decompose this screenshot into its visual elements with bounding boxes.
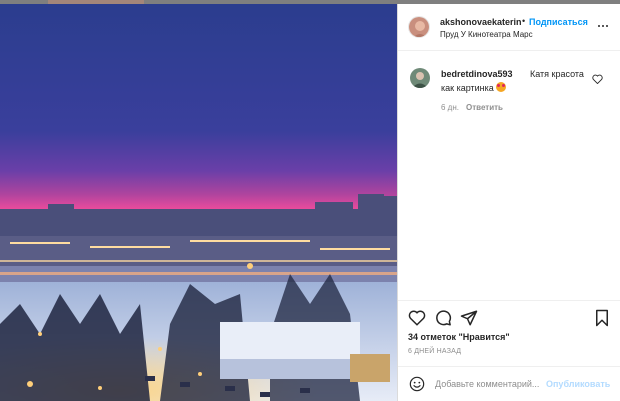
comment-heart-icon[interactable] xyxy=(592,74,603,84)
post-photo[interactable] xyxy=(0,4,397,401)
author-username[interactable]: akshonovaekaterin xyxy=(440,17,522,27)
follow-button[interactable]: Подписаться xyxy=(529,17,588,27)
author-avatar-image xyxy=(409,17,429,37)
comment-item: bedretdinova593 Катя красота как картинк… xyxy=(398,64,620,124)
add-comment-bar: Добавьте комментарий... Опубликовать xyxy=(398,366,620,401)
separator-dot: • xyxy=(522,16,526,26)
smiley-icon[interactable] xyxy=(409,376,425,392)
more-dot xyxy=(602,25,604,27)
comment-text-line1: Катя красота xyxy=(530,69,584,79)
more-options-icon[interactable] xyxy=(596,20,610,32)
post-header: akshonovaekaterin • Подписаться Пруд У К… xyxy=(398,4,620,51)
post-location[interactable]: Пруд У Кинотеатра Марс xyxy=(440,30,533,39)
comment-age[interactable]: 6 дн. xyxy=(441,103,459,112)
post-date[interactable]: 6 ДНЕЙ НАЗАД xyxy=(408,348,461,355)
paper-plane-icon[interactable] xyxy=(460,309,478,327)
comment-input[interactable]: Добавьте комментарий... xyxy=(435,379,539,389)
likes-count[interactable]: 34 отметок "Нравится" xyxy=(408,332,510,342)
author-avatar[interactable] xyxy=(408,16,430,38)
commenter-avatar[interactable] xyxy=(410,68,430,88)
commenter-avatar-image xyxy=(410,68,430,88)
comment-text-line2-text: как картинка xyxy=(441,83,494,93)
more-dot xyxy=(598,25,600,27)
heart-icon[interactable] xyxy=(408,309,426,327)
more-dot xyxy=(606,25,608,27)
city-night-photo xyxy=(0,4,397,401)
heart-eyes-emoji-icon xyxy=(495,82,506,92)
commenter-username[interactable]: bedretdinova593 xyxy=(441,69,513,79)
publish-button[interactable]: Опубликовать xyxy=(546,379,610,389)
bookmark-icon[interactable] xyxy=(593,309,611,327)
post-side-panel: akshonovaekaterin • Подписаться Пруд У К… xyxy=(397,4,620,401)
comment-bubble-icon[interactable] xyxy=(434,309,452,327)
comment-text-line2: как картинка xyxy=(441,82,506,93)
post-actions-bar xyxy=(398,300,620,330)
reply-button[interactable]: Ответить xyxy=(466,103,503,112)
